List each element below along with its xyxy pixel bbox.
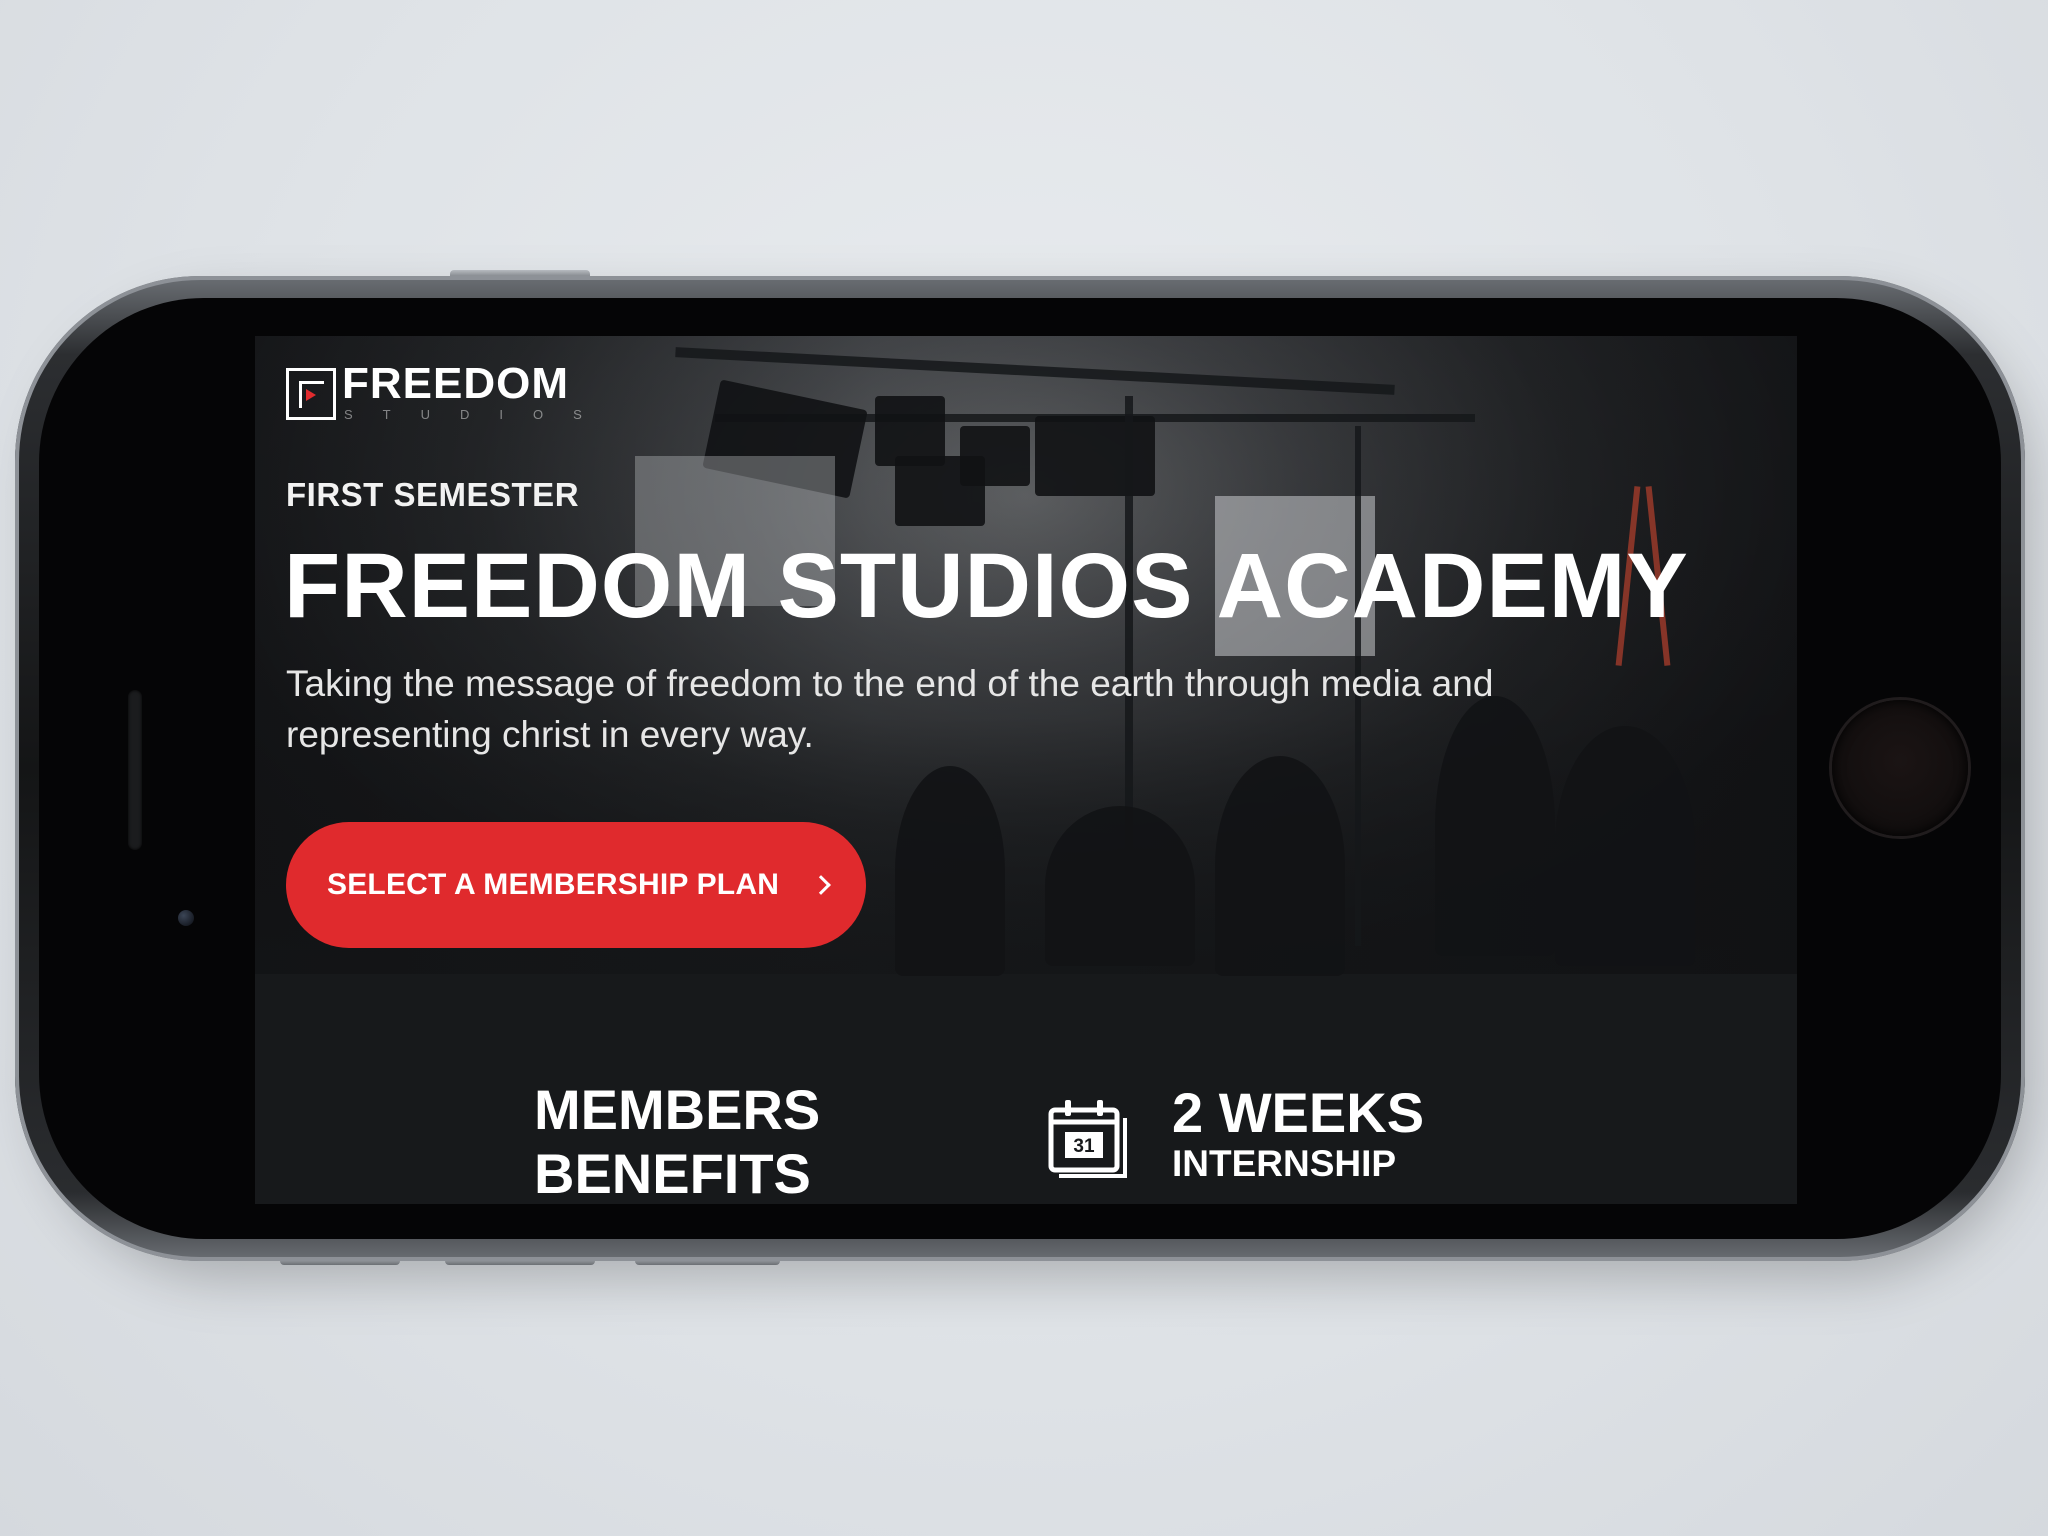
logo-text: FREEDOM STUDIOS [342, 362, 612, 424]
lighting-truss [675, 347, 1395, 395]
phone-screen: FREEDOM STUDIOS FIRST SEMESTER FREEDOM S… [255, 336, 1797, 1204]
benefits-line-2: BENEFITS [534, 1142, 811, 1204]
calendar-icon: 31 [1048, 1100, 1127, 1178]
internship-stat: 2 WEEKS INTERNSHIP [1172, 1082, 1424, 1184]
front-camera [178, 910, 194, 926]
crew-silhouette [1555, 726, 1695, 966]
internship-duration: 2 WEEKS [1172, 1081, 1425, 1144]
logo-mark-icon [286, 368, 336, 420]
crew-silhouette [1215, 756, 1345, 976]
home-button[interactable] [1832, 700, 1968, 836]
cta-label: SELECT A MEMBERSHIP PLAN [327, 868, 780, 901]
hero-headline: FREEDOM STUDIOS ACADEMY [284, 535, 1689, 637]
logo-wordmark: FREEDOM [342, 359, 569, 408]
internship-label: INTERNSHIP [1172, 1143, 1397, 1184]
logo-subtitle: STUDIOS [344, 407, 612, 422]
earpiece-speaker [128, 690, 142, 850]
hero-eyebrow: FIRST SEMESTER [286, 476, 580, 513]
members-benefits-stat: MEMBERS BENEFITS [534, 1078, 820, 1204]
crew-silhouette [895, 766, 1005, 976]
studio-light [1035, 416, 1155, 496]
studio-light [895, 456, 985, 526]
brand-logo[interactable]: FREEDOM STUDIOS [286, 362, 612, 424]
play-icon [306, 389, 316, 401]
calendar-day: 31 [1073, 1136, 1095, 1157]
benefits-line-1: MEMBERS [534, 1078, 821, 1141]
chevron-right-icon [811, 875, 831, 895]
select-membership-plan-button[interactable]: SELECT A MEMBERSHIP PLAN [286, 822, 866, 948]
hero-tagline: Taking the message of freedom to the end… [286, 663, 1494, 755]
crew-silhouette [1045, 806, 1195, 966]
